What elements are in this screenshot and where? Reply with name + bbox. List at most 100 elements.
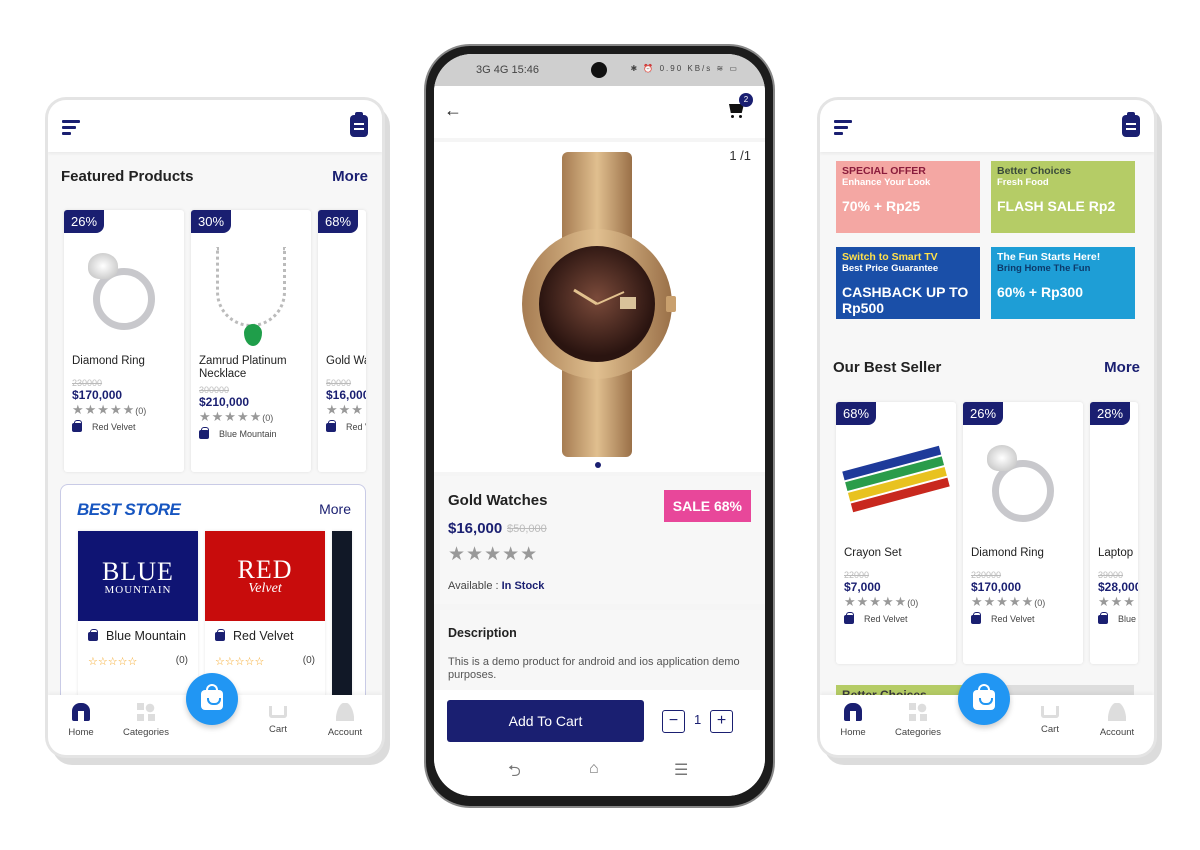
product-image — [191, 232, 311, 346]
store-icon — [72, 419, 82, 432]
discount-badge: 26% — [64, 210, 105, 233]
store-icon — [971, 611, 981, 624]
store-card-partial[interactable] — [332, 531, 352, 706]
shop-fab-button[interactable] — [958, 673, 1010, 725]
availability: Available : In Stock — [448, 580, 544, 592]
nav-label: Categories — [895, 727, 941, 738]
promo-banner[interactable]: SPECIAL OFFER Enhance Your Look 70% + Rp… — [836, 161, 980, 233]
banner-subtitle: Enhance Your Look — [842, 177, 931, 188]
best-store-title: BEST STORE — [77, 500, 181, 519]
discount-badge: 28% — [1090, 402, 1131, 425]
image-counter: 1 /1 — [729, 148, 751, 163]
promo-banner[interactable]: Better Choices Fresh Food FLASH SALE Rp2 — [991, 161, 1135, 233]
store-label: Red Velvet — [844, 611, 954, 624]
rating-stars: ★★★★★(0) — [971, 594, 1046, 609]
product-image-gallery[interactable]: 1 /1 — [434, 142, 765, 472]
best-store-section: BEST STORE More BLUE MOUNTAIN Blue Mount… — [60, 484, 366, 706]
original-price: 39000 — [1098, 570, 1124, 580]
store-card[interactable]: BLUE MOUNTAIN Blue Mountain ☆☆☆☆☆ (0) — [78, 531, 198, 706]
nav-label: Account — [1099, 727, 1135, 738]
left-phone-screen: Featured Products More 26% Diamond Ring … — [48, 100, 382, 755]
store-name: Red V — [346, 422, 366, 432]
product-card[interactable]: 26% Diamond Ring 230000 $170,000 ★★★★★(0… — [963, 402, 1083, 664]
product-price: $28,000 — [1098, 580, 1138, 594]
nav-home[interactable]: Home — [823, 703, 883, 738]
rating-stars: ★★★★★(0) — [844, 594, 919, 609]
product-card[interactable]: 68% Crayon Set 22000 $7,000 ★★★★★(0) Red… — [836, 402, 956, 664]
product-price: $210,000 — [199, 395, 250, 409]
store-name: Red Velvet — [92, 422, 136, 432]
nav-account[interactable]: Account — [1087, 703, 1147, 738]
sale-badge: SALE 68% — [663, 490, 751, 522]
more-link[interactable]: More — [1104, 359, 1140, 376]
more-link[interactable]: More — [319, 501, 351, 517]
clipboard-icon[interactable] — [1122, 112, 1140, 137]
detail-header: ← 2 — [434, 86, 765, 138]
product-name: Gold Wa — [326, 355, 366, 367]
product-image — [963, 424, 1083, 534]
product-price: $170,000 — [72, 388, 123, 402]
nav-account[interactable]: Account — [315, 703, 375, 738]
product-price: $16,000 — [326, 388, 366, 402]
menu-icon[interactable] — [62, 120, 80, 135]
promo-banner[interactable]: Switch to Smart TV Best Price Guarantee … — [836, 247, 980, 319]
original-price: 300000 — [199, 385, 230, 395]
product-card[interactable]: 68% Gold Wa 50000 $16,000 ★★★ Red V — [318, 210, 366, 472]
quantity-increase-button[interactable]: + — [710, 710, 733, 733]
add-to-cart-button[interactable]: Add To Cart — [447, 700, 644, 742]
status-right: ✱ ⏰ 0.90 KB/s ≋ ▭ — [630, 64, 739, 73]
product-title: Gold Watches — [448, 492, 548, 509]
banner-offer: FLASH SALE Rp2 — [997, 198, 1116, 214]
store-icon — [844, 611, 854, 624]
menu-icon[interactable] — [834, 120, 852, 135]
banner-title: SPECIAL OFFER — [842, 165, 926, 177]
rating-stars: ★★★★★(0) — [199, 409, 274, 424]
store-name: Blue Mountain — [219, 429, 277, 439]
banner-title: Better Choices — [997, 165, 1072, 177]
nav-categories[interactable]: Categories — [116, 703, 176, 738]
nav-label: Home — [68, 727, 94, 738]
home-nav-icon[interactable]: ⌂ — [589, 760, 599, 778]
more-link[interactable]: More — [332, 168, 368, 185]
product-price: $7,000 — [844, 580, 881, 594]
nav-cart[interactable]: Cart — [1020, 703, 1080, 735]
rating-stars: ★★★ — [326, 402, 364, 417]
account-icon — [336, 703, 354, 721]
product-card[interactable]: 28% Laptop 39000 $28,000 ★★★ Blue — [1090, 402, 1138, 664]
store-icon — [215, 628, 225, 641]
clipboard-icon[interactable] — [350, 112, 368, 137]
purchase-bar: Add To Cart − 1 + ⮌ ⌂ ☰ — [434, 690, 765, 796]
promo-banner[interactable]: The Fun Starts Here! Bring Home The Fun … — [991, 247, 1135, 319]
product-card[interactable]: 30% Zamrud Platinum Necklace 300000 $210… — [191, 210, 311, 472]
product-name: Zamrud Platinum Necklace — [199, 355, 287, 380]
banner-offer: 70% + Rp25 — [842, 198, 921, 214]
back-nav-icon[interactable]: ⮌ — [508, 760, 521, 787]
product-image — [318, 232, 366, 342]
product-image — [1090, 424, 1138, 534]
carousel-dot[interactable] — [595, 462, 601, 468]
store-label: Blue — [1098, 611, 1138, 624]
home-icon — [844, 703, 862, 721]
original-price: 50000 — [326, 378, 352, 388]
product-price: $16,000 — [448, 520, 503, 537]
product-info: Gold Watches SALE 68% $16,000 $50,000 ★★… — [434, 476, 765, 604]
store-icon — [1098, 611, 1108, 624]
cart-icon — [1041, 706, 1059, 718]
store-label: Red Velvet — [971, 611, 1081, 624]
product-card[interactable]: 26% Diamond Ring 230000 $170,000 ★★★★★(0… — [64, 210, 184, 472]
quantity-value[interactable]: 1 — [694, 712, 701, 727]
product-name: Crayon Set — [844, 547, 902, 559]
original-price: 230000 — [72, 378, 103, 388]
store-rating: ☆☆☆☆☆ — [88, 656, 138, 668]
discount-badge: 68% — [318, 210, 359, 233]
nav-home[interactable]: Home — [51, 703, 111, 738]
status-left: 3G 4G 15:46 — [476, 64, 539, 76]
quantity-decrease-button[interactable]: − — [662, 710, 685, 733]
nav-cart[interactable]: Cart — [248, 703, 308, 735]
back-arrow-icon[interactable]: ← — [444, 100, 462, 121]
product-price: $170,000 — [971, 580, 1022, 594]
nav-categories[interactable]: Categories — [888, 703, 948, 738]
shop-fab-button[interactable] — [186, 673, 238, 725]
banner-subtitle: Best Price Guarantee — [842, 263, 939, 274]
recents-nav-icon[interactable]: ☰ — [674, 760, 688, 780]
